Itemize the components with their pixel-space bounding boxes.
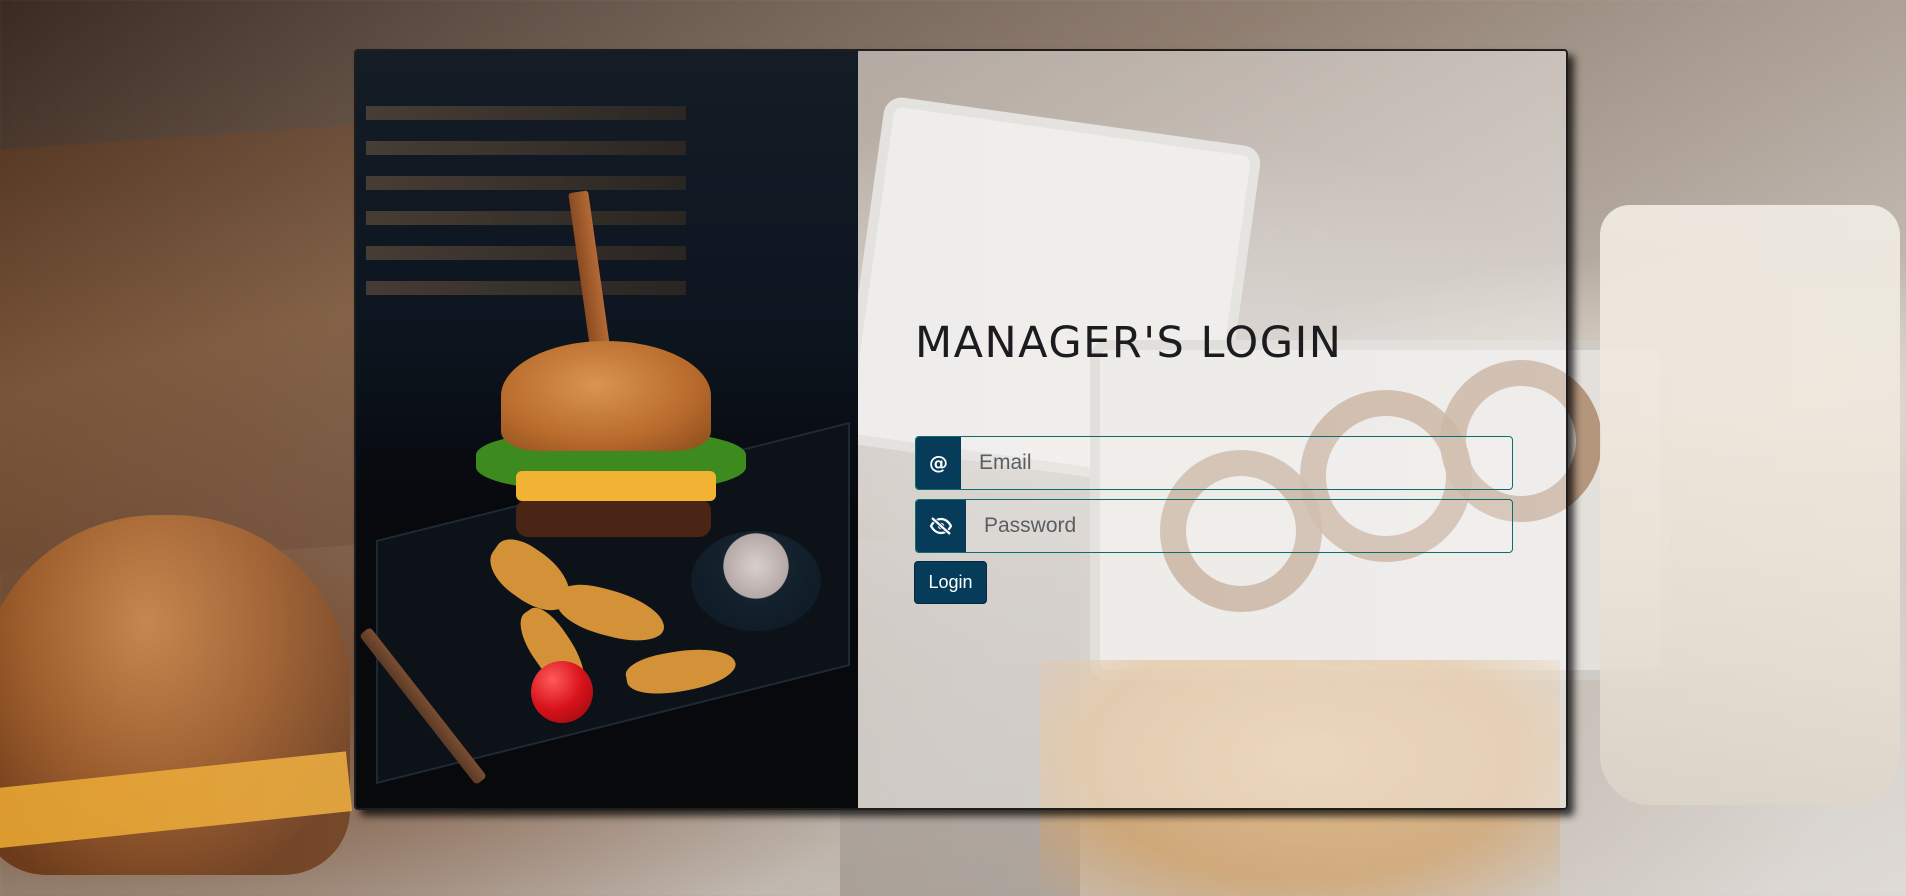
at-sign-glyph: @ bbox=[929, 452, 948, 474]
window-blind bbox=[366, 281, 686, 295]
login-form: MANAGER'S LOGIN @ Login bbox=[858, 51, 1566, 808]
email-input[interactable] bbox=[961, 437, 1512, 489]
burger-photo bbox=[356, 51, 858, 808]
password-input[interactable] bbox=[966, 500, 1512, 552]
window-blind bbox=[366, 176, 686, 190]
password-input-group bbox=[915, 499, 1513, 553]
login-card: MANAGER'S LOGIN @ Login bbox=[354, 49, 1568, 810]
eye-slash-icon-svg bbox=[929, 516, 953, 536]
email-input-group: @ bbox=[915, 436, 1513, 490]
patty bbox=[516, 499, 711, 537]
window-blind bbox=[366, 246, 686, 260]
burger-bun bbox=[501, 341, 711, 451]
eye-slash-icon[interactable] bbox=[916, 500, 966, 552]
page-title: MANAGER'S LOGIN bbox=[915, 318, 1343, 368]
sauce-bowl bbox=[691, 531, 821, 631]
cheese bbox=[516, 471, 716, 501]
login-button[interactable]: Login bbox=[914, 561, 987, 604]
at-sign-icon: @ bbox=[916, 437, 961, 489]
window-blind bbox=[366, 106, 686, 120]
window-blind bbox=[366, 211, 686, 225]
cherry-tomato bbox=[531, 661, 593, 723]
window-blind bbox=[366, 141, 686, 155]
